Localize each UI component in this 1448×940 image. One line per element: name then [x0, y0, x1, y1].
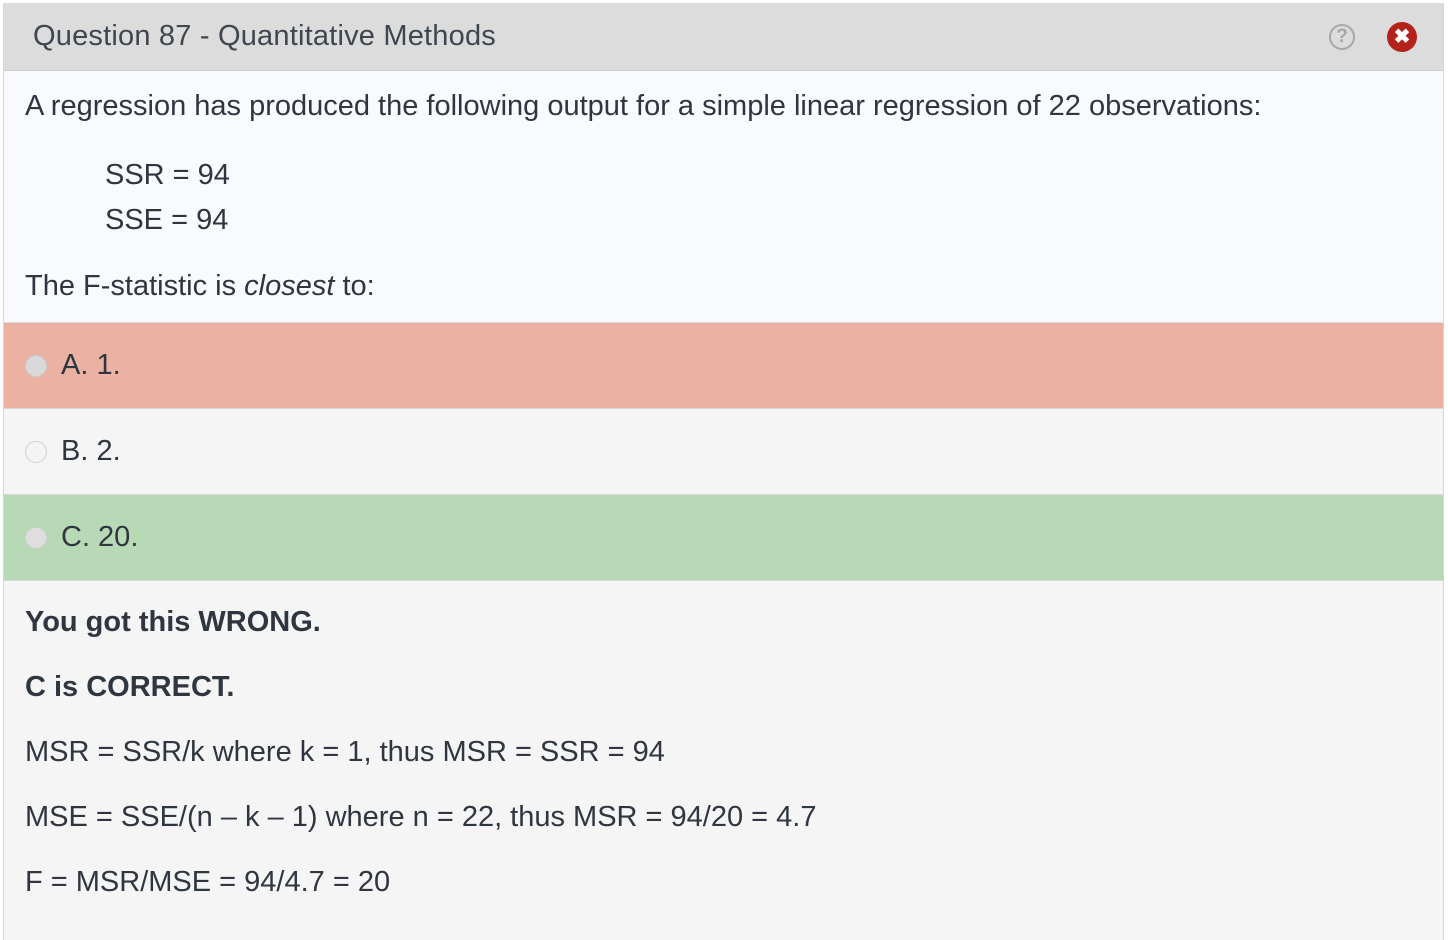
- stem-text-after: to:: [334, 270, 375, 302]
- question-text: A regression has produced the following …: [25, 90, 1262, 122]
- question-stem: The F-statistic is closest to:: [25, 270, 1422, 303]
- stem-text-before: The F-statistic is: [25, 270, 245, 302]
- result-message: You got this WRONG.: [25, 606, 321, 638]
- explanation-line-f: F = MSR/MSE = 94/4.7 = 20: [25, 866, 391, 898]
- stat-ssr: SSR = 94: [105, 159, 230, 191]
- option-b[interactable]: B. 2.: [4, 409, 1443, 495]
- question-panel: A regression has produced the following …: [4, 71, 1443, 323]
- option-b-radio[interactable]: [25, 440, 47, 463]
- correct-answer-message: C is CORRECT.: [25, 671, 235, 703]
- option-b-label: B. 2.: [61, 435, 121, 467]
- explanation-line-mse: MSE = SSE/(n – k – 1) where n = 22, thus…: [25, 801, 817, 833]
- option-a-label: A. 1.: [61, 349, 121, 381]
- window-title: Question 87 - Quantitative Methods: [33, 20, 496, 52]
- close-icon[interactable]: ✖: [1387, 21, 1417, 52]
- option-c[interactable]: C. 20.: [4, 495, 1443, 581]
- help-icon[interactable]: ?: [1329, 23, 1355, 50]
- explanation-line-msr: MSR = SSR/k where k = 1, thus MSR = SSR …: [25, 736, 665, 768]
- stat-sse: SSE = 94: [105, 204, 229, 236]
- title-bar: Question 87 - Quantitative Methods ? ✖: [4, 3, 1443, 71]
- regression-stats: SSR = 94 SSE = 94: [105, 153, 1422, 243]
- question-window: Question 87 - Quantitative Methods ? ✖ A…: [3, 3, 1444, 940]
- stem-emphasis: closest: [244, 270, 335, 302]
- option-c-radio[interactable]: [25, 526, 47, 549]
- explanation-panel: You got this WRONG. C is CORRECT. MSR = …: [4, 581, 1443, 899]
- option-a[interactable]: A. 1.: [4, 323, 1443, 409]
- option-c-label: C. 20.: [61, 521, 139, 553]
- option-a-radio[interactable]: [25, 354, 47, 377]
